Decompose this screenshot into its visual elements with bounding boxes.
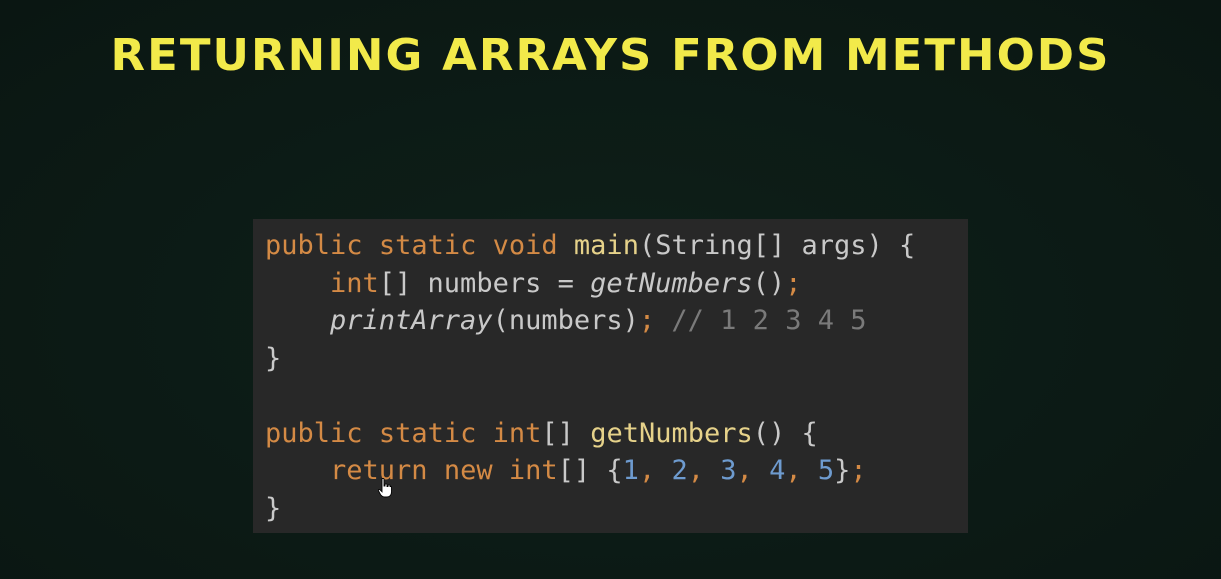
code-line-1: public static void main(String[] args) {: [265, 227, 968, 265]
keyword-void: void: [492, 230, 558, 261]
comma: ,: [687, 455, 704, 486]
call-printarray: printArray: [330, 305, 493, 336]
number-literal: 3: [720, 455, 737, 486]
code-line-3: printArray(numbers); // 1 2 3 4 5: [265, 302, 968, 340]
slide-title: RETURNING ARRAYS FROM METHODS: [110, 30, 1111, 81]
semicolon: ;: [850, 455, 867, 486]
keyword-static: static: [378, 417, 477, 449]
array-close: }: [834, 455, 851, 486]
code-line-4: }: [265, 340, 968, 378]
hand-pointer-icon: [378, 478, 392, 498]
printarray-args: (numbers): [492, 305, 639, 336]
keyword-int: int: [492, 417, 542, 449]
comma: ,: [736, 455, 753, 486]
code-line-8: }: [265, 490, 968, 528]
keyword-int: int: [508, 455, 558, 486]
closing-brace: }: [265, 492, 282, 524]
array-open: [] {: [557, 455, 623, 486]
keyword-new: new: [443, 455, 493, 486]
keyword-int: int: [330, 267, 379, 299]
code-line-7: return new int[] {1, 2, 3, 4, 5};: [265, 452, 968, 490]
number-literal: 4: [769, 455, 786, 486]
code-comment: // 1 2 3 4 5: [671, 305, 867, 336]
getnumbers-signature: () {: [752, 417, 818, 449]
keyword-public: public: [265, 230, 363, 261]
number-literal: 5: [817, 455, 835, 486]
comma: ,: [785, 455, 802, 486]
semicolon: ;: [638, 305, 656, 336]
closing-brace: }: [265, 342, 282, 374]
semicolon: ;: [785, 267, 802, 299]
method-name-main: main: [573, 230, 639, 261]
method-name-getnumbers: getNumbers: [590, 417, 753, 449]
call-getnumbers: getNumbers: [590, 267, 753, 299]
main-signature: (String[] args) {: [638, 230, 916, 261]
number-literal: 1: [622, 455, 639, 486]
code-line-6: public static int[] getNumbers() {: [265, 415, 968, 453]
comma: ,: [638, 455, 656, 486]
code-block: public static void main(String[] args) {…: [253, 219, 968, 533]
keyword-static: static: [378, 230, 477, 261]
keyword-public: public: [265, 417, 363, 449]
call-parens: (): [752, 267, 786, 299]
number-literal: 2: [671, 455, 688, 486]
numbers-declaration: [] numbers =: [378, 267, 591, 299]
array-brackets: []: [541, 417, 574, 449]
code-line-2: int[] numbers = getNumbers();: [265, 265, 968, 303]
